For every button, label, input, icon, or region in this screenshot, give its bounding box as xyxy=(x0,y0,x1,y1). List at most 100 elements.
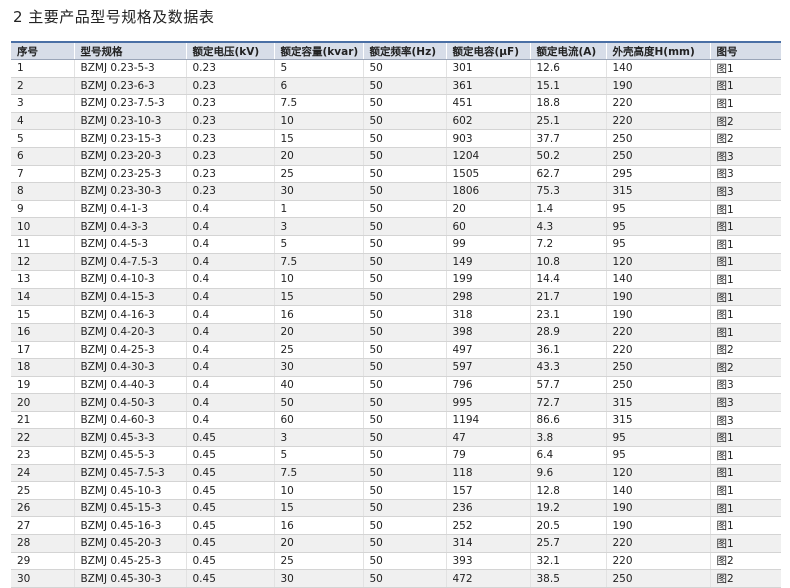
table-row: 30 BZMJ 0.45-30-3 0.45 30 50 472 38.5 250 图2 xyxy=(11,569,781,588)
table-row: 4 BZMJ 0.23-10-3 0.23 10 50 602 25.1 220 图2 xyxy=(11,112,781,131)
cell-capacitance: 47 xyxy=(445,428,530,448)
cell-height: 140 xyxy=(605,59,710,78)
cell-current: 1.4 xyxy=(529,200,606,219)
table-row: 7 BZMJ 0.23-25-3 0.23 25 50 1505 62.7 295 图3 xyxy=(11,165,781,184)
cell-index: 5 xyxy=(11,129,74,148)
cell-model: BZMJ 0.4-7.5-3 xyxy=(73,253,186,272)
column-header-height: 外壳高度H(mm) xyxy=(605,41,710,60)
cell-current: 21.7 xyxy=(529,288,606,307)
cell-model: BZMJ 0.4-1-3 xyxy=(73,200,186,219)
cell-capacity: 15 xyxy=(273,129,363,148)
cell-capacitance: 1194 xyxy=(445,411,530,430)
table-row: 26 BZMJ 0.45-15-3 0.45 15 50 236 19.2 190 图1 xyxy=(11,499,781,518)
cell-model: BZMJ 0.4-3-3 xyxy=(73,217,186,236)
cell-height: 120 xyxy=(605,253,710,272)
cell-frequency: 50 xyxy=(362,323,446,342)
cell-voltage: 0.23 xyxy=(185,147,274,166)
cell-voltage: 0.45 xyxy=(185,569,274,588)
cell-figure: 图1 xyxy=(709,59,781,78)
table-row: 25 BZMJ 0.45-10-3 0.45 10 50 157 12.8 140 图1 xyxy=(11,481,781,500)
cell-frequency: 50 xyxy=(362,393,446,412)
cell-figure: 图1 xyxy=(709,446,781,465)
cell-voltage: 0.23 xyxy=(185,112,274,131)
cell-model: BZMJ 0.4-25-3 xyxy=(73,341,186,360)
cell-current: 72.7 xyxy=(529,393,606,412)
cell-current: 28.9 xyxy=(529,323,606,342)
cell-current: 3.8 xyxy=(529,428,606,448)
cell-current: 9.6 xyxy=(529,464,606,483)
column-header-capacitance: 额定电容(μF) xyxy=(445,41,530,60)
cell-model: BZMJ 0.23-7.5-3 xyxy=(73,94,186,113)
cell-model: BZMJ 0.23-20-3 xyxy=(73,147,186,166)
cell-figure: 图2 xyxy=(709,341,781,360)
cell-index: 6 xyxy=(11,147,74,166)
cell-height: 95 xyxy=(605,428,710,448)
cell-height: 95 xyxy=(605,200,710,219)
cell-capacity: 16 xyxy=(273,305,363,324)
cell-voltage: 0.45 xyxy=(185,428,274,448)
cell-capacity: 3 xyxy=(273,428,363,448)
table-row: 16 BZMJ 0.4-20-3 0.4 20 50 398 28.9 220 图1 xyxy=(11,323,781,342)
cell-current: 23.1 xyxy=(529,305,606,324)
cell-height: 250 xyxy=(605,569,710,588)
table-row: 11 BZMJ 0.4-5-3 0.4 5 50 99 7.2 95 图1 xyxy=(11,235,781,254)
cell-model: BZMJ 0.23-5-3 xyxy=(73,59,186,78)
cell-model: BZMJ 0.45-20-3 xyxy=(73,534,186,553)
cell-capacitance: 497 xyxy=(445,341,530,360)
cell-voltage: 0.4 xyxy=(185,253,274,272)
cell-capacitance: 99 xyxy=(445,235,530,254)
cell-height: 220 xyxy=(605,94,710,113)
cell-height: 190 xyxy=(605,288,710,307)
cell-voltage: 0.4 xyxy=(185,235,274,254)
cell-model: BZMJ 0.23-15-3 xyxy=(73,129,186,148)
cell-capacity: 7.5 xyxy=(273,464,363,483)
cell-figure: 图1 xyxy=(709,288,781,307)
cell-figure: 图1 xyxy=(709,235,781,254)
cell-current: 86.6 xyxy=(529,411,606,430)
cell-index: 3 xyxy=(11,94,74,113)
cell-frequency: 50 xyxy=(362,182,446,201)
cell-index: 11 xyxy=(11,235,74,254)
cell-frequency: 50 xyxy=(362,147,446,166)
cell-capacity: 7.5 xyxy=(273,253,363,272)
cell-figure: 图2 xyxy=(709,112,781,131)
cell-frequency: 50 xyxy=(362,446,446,465)
cell-height: 315 xyxy=(605,411,710,430)
table-row: 3 BZMJ 0.23-7.5-3 0.23 7.5 50 451 18.8 220 图1 xyxy=(11,94,781,113)
table-row: 19 BZMJ 0.4-40-3 0.4 40 50 796 57.7 250 图3 xyxy=(11,376,781,395)
table-row: 28 BZMJ 0.45-20-3 0.45 20 50 314 25.7 220 图1 xyxy=(11,534,781,553)
table-row: 21 BZMJ 0.4-60-3 0.4 60 50 1194 86.6 315 图3 xyxy=(11,411,781,430)
cell-capacity: 25 xyxy=(273,165,363,184)
cell-model: BZMJ 0.4-20-3 xyxy=(73,323,186,342)
cell-index: 4 xyxy=(11,112,74,131)
cell-capacitance: 451 xyxy=(445,94,530,113)
cell-capacitance: 60 xyxy=(445,217,530,236)
cell-frequency: 50 xyxy=(362,94,446,113)
cell-frequency: 50 xyxy=(362,411,446,430)
cell-figure: 图2 xyxy=(709,552,781,571)
cell-capacitance: 1806 xyxy=(445,182,530,201)
cell-current: 50.2 xyxy=(529,147,606,166)
cell-current: 18.8 xyxy=(529,94,606,113)
cell-figure: 图3 xyxy=(709,165,781,184)
cell-capacity: 20 xyxy=(273,534,363,553)
cell-frequency: 50 xyxy=(362,112,446,131)
cell-index: 25 xyxy=(11,481,74,500)
cell-index: 23 xyxy=(11,446,74,465)
cell-model: BZMJ 0.4-16-3 xyxy=(73,305,186,324)
cell-capacity: 16 xyxy=(273,516,363,536)
cell-frequency: 50 xyxy=(362,165,446,184)
cell-current: 38.5 xyxy=(529,569,606,588)
cell-index: 13 xyxy=(11,270,74,289)
cell-frequency: 50 xyxy=(362,59,446,78)
cell-model: BZMJ 0.45-3-3 xyxy=(73,428,186,448)
cell-index: 26 xyxy=(11,499,74,518)
cell-current: 12.6 xyxy=(529,59,606,78)
cell-model: BZMJ 0.4-5-3 xyxy=(73,235,186,254)
cell-height: 220 xyxy=(605,341,710,360)
cell-model: BZMJ 0.4-10-3 xyxy=(73,270,186,289)
cell-current: 75.3 xyxy=(529,182,606,201)
cell-height: 220 xyxy=(605,323,710,342)
cell-voltage: 0.45 xyxy=(185,499,274,518)
cell-capacity: 15 xyxy=(273,288,363,307)
